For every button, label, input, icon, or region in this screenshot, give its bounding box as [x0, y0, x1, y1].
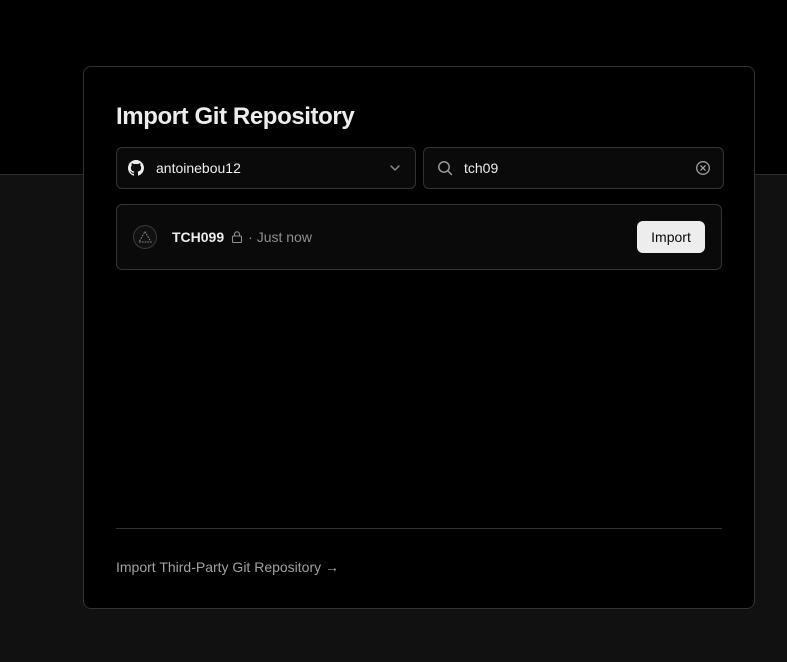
github-icon — [128, 160, 144, 176]
page-title: Import Git Repository — [116, 103, 355, 130]
repository-results-list: TCH099 · Just now Import — [116, 204, 722, 270]
repository-search-field — [423, 147, 724, 189]
scope-select-value: antoinebou12 — [156, 160, 241, 176]
git-scope-select[interactable]: antoinebou12 — [116, 147, 416, 189]
clear-circle-x-icon[interactable] — [695, 160, 711, 181]
triangle-logo-icon — [133, 225, 157, 249]
divider — [116, 528, 722, 529]
chevron-down-icon — [388, 161, 402, 180]
import-button[interactable]: Import — [637, 221, 705, 253]
search-input[interactable] — [464, 160, 674, 176]
repository-name: TCH099 — [172, 229, 225, 245]
lock-icon — [230, 230, 244, 244]
list-item: TCH099 · Just now Import — [117, 205, 721, 269]
import-repository-card: Import Git Repository antoinebou12 tch09… — [83, 66, 755, 609]
search-icon — [437, 160, 453, 176]
repository-updated-time: · Just now — [248, 229, 312, 245]
import-third-party-link[interactable]: Import Third-Party Git Repository → — [116, 559, 339, 575]
